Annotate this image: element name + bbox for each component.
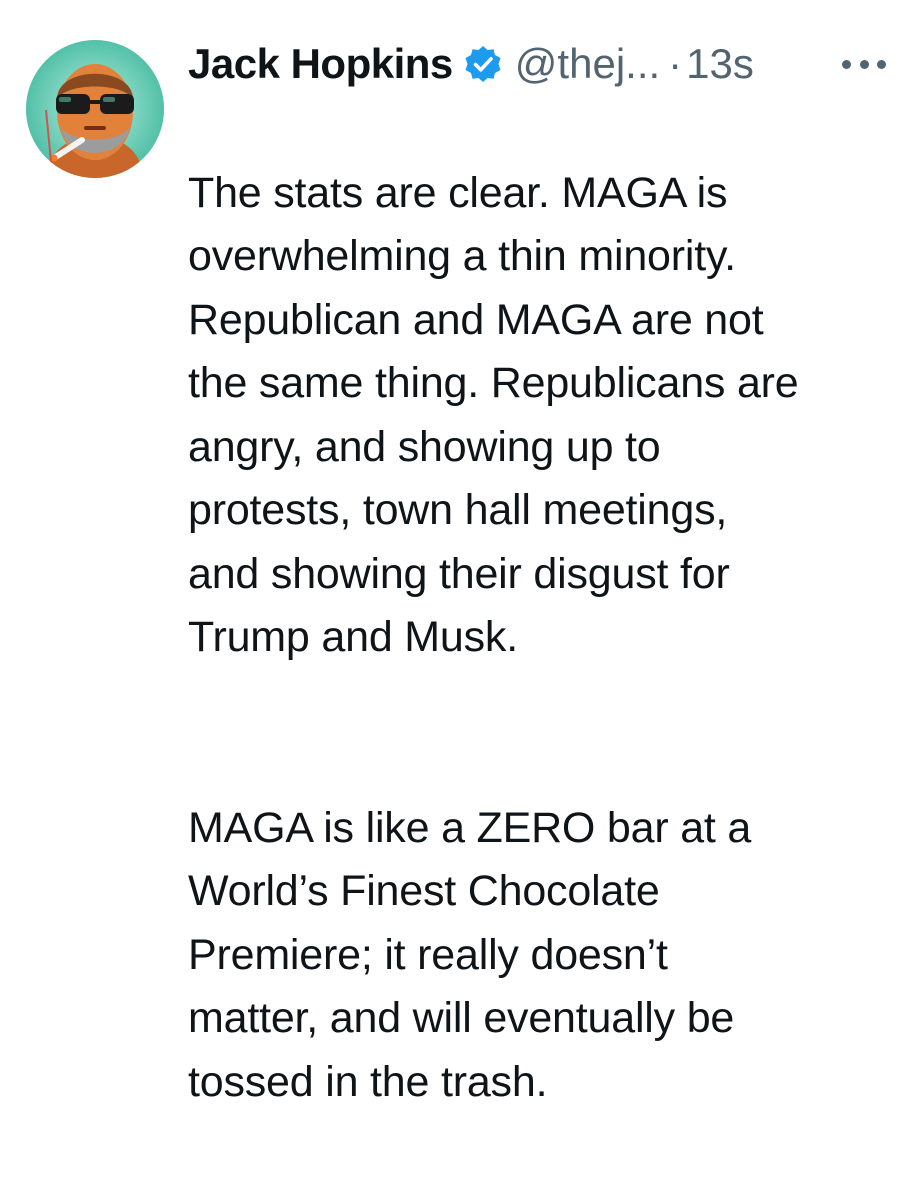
tweet-paragraph-1: The stats are clear. MAGA is overwhelmin… [188,168,799,662]
avatar[interactable] [26,40,164,178]
verified-badge-icon[interactable] [463,44,503,84]
tweet[interactable]: Jack Hopkins @thej... · 13s The stats ar… [0,0,920,1106]
timestamp[interactable]: 13s [686,40,754,88]
separator-dot: · [668,40,683,87]
author-handle[interactable]: @thej... [515,40,660,88]
user-avatar-image [26,40,164,178]
tweet-text: The stats are clear. MAGA is overwhelmin… [188,98,908,1178]
tweet-paragraph-2: MAGA is like a ZERO bar at a World’s Fin… [188,803,752,1106]
author-name[interactable]: Jack Hopkins [188,40,453,88]
more-options-icon[interactable] [842,58,886,70]
tweet-header: Jack Hopkins @thej... · 13s [188,36,908,92]
